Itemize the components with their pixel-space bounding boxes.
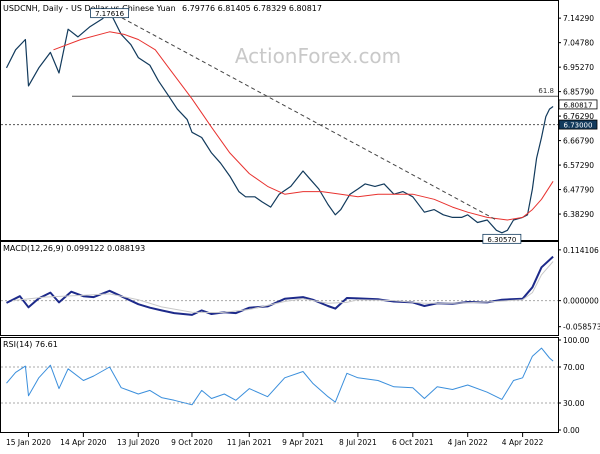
rsi-ytick-label-0: 100.00 — [563, 336, 589, 345]
x-axis-ticks: 15 Jan 2020 14 Apr 2020 13 Jul 2020 9 Oct 2… — [6, 433, 544, 447]
price-panel-frame — [0, 0, 559, 241]
macd-title: MACD(12,26,9) 0.099122 0.088193 — [3, 244, 145, 253]
xtick-label-1: 14 Apr 2020 — [60, 438, 107, 447]
rsi-ytick-label-2: 30.00 — [563, 399, 585, 408]
rsi-title: RSI(14) 76.61 — [3, 340, 58, 349]
fibonacci-level-label: 61.8 — [538, 87, 554, 95]
header-symbol: USDCNH, Daily - US Dollar vs Chinese Yua… — [3, 4, 176, 13]
xtick-label-3: 9 Oct 2020 — [171, 438, 213, 447]
price-ytick-label-7: 6.47790 — [563, 186, 594, 195]
price-ytick-label-1: 7.04780 — [563, 39, 594, 48]
price-label-0: 7.17616 — [95, 10, 124, 18]
price-label-3: 6.73000 — [564, 122, 593, 130]
price-ytick-label-5: 6.66790 — [563, 137, 594, 146]
xtick-label-4: 11 Jan 2021 — [227, 438, 272, 447]
rsi-panel-frame — [0, 337, 559, 433]
price-ytick-label-3: 6.85790 — [563, 88, 594, 97]
price-label-1: 6.30570 — [487, 236, 516, 244]
rsi-ytick-label-3: 0.00 — [563, 426, 580, 435]
xtick-label-2: 13 Jul 2020 — [117, 438, 160, 447]
xtick-label-8: 4 Jan 2022 — [448, 438, 488, 447]
xtick-label-0: 15 Jan 2020 — [6, 438, 51, 447]
macd-panel-frame — [0, 241, 559, 336]
price-ytick-label-8: 6.38290 — [563, 210, 594, 219]
xtick-label-6: 8 Jul 2021 — [339, 438, 377, 447]
macd-ytick-label-1: 0.000000 — [563, 297, 599, 306]
y-axis-ticks: 7.14290 7.04780 6.95270 6.85790 6.76290 6.667… — [558, 14, 600, 435]
rsi-ytick-label-1: 70.00 — [563, 363, 585, 372]
xtick-label-7: 6 Oct 2021 — [392, 438, 434, 447]
price-label-2: 6.80817 — [564, 101, 593, 109]
watermark: ActionForex.com — [235, 44, 401, 68]
xtick-label-9: 4 Apr 2022 — [502, 438, 544, 447]
macd-ytick-label-2: -0.058573 — [563, 323, 600, 332]
price-ytick-label-6: 6.57290 — [563, 161, 594, 170]
macd-ytick-label-0: 0.114106 — [563, 246, 599, 255]
price-ytick-label-2: 6.95270 — [563, 63, 594, 72]
chart-svg: ActionForex.com USDCNH, Daily - US Dolla… — [0, 0, 600, 447]
xtick-label-5: 9 Apr 2021 — [282, 438, 324, 447]
price-ytick-label-0: 7.14290 — [563, 14, 594, 23]
chart-root: ActionForex.com USDCNH, Daily - US Dolla… — [0, 0, 600, 450]
price-ytick-label-4: 6.76290 — [563, 112, 594, 121]
header-ohlc: 6.79776 6.81405 6.78329 6.80817 — [182, 4, 322, 13]
